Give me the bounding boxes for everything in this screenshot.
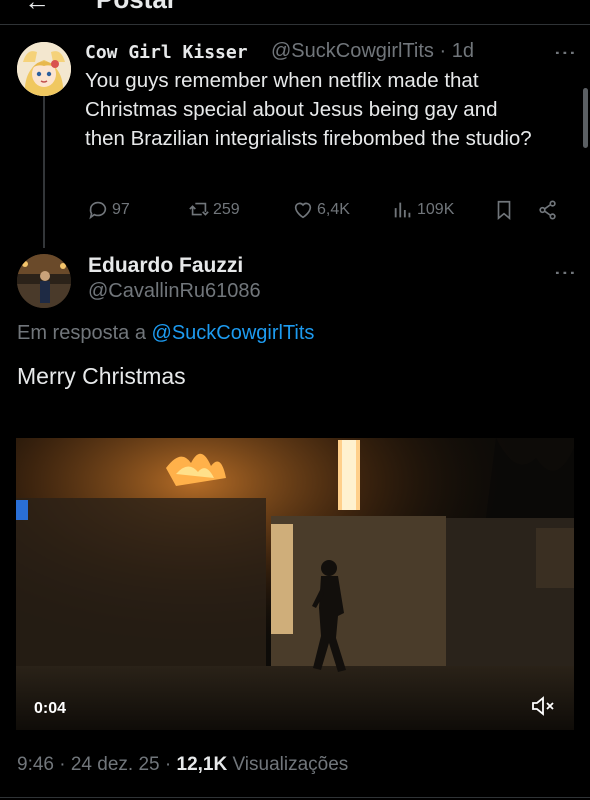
heart-icon <box>294 202 312 219</box>
reply-context: Em resposta a @SuckCowgirlTits <box>17 322 315 344</box>
repost-button[interactable]: 259 <box>188 197 240 223</box>
views-count: 12,1K <box>176 754 228 775</box>
avatar[interactable] <box>17 42 71 96</box>
header-divider <box>0 24 590 25</box>
author-handle[interactable]: @CavallinRu61086 <box>88 280 261 303</box>
bookmark-icon <box>497 200 511 221</box>
views-button[interactable]: 109K <box>392 197 454 223</box>
thread-line <box>43 96 45 248</box>
post-text: Merry Christmas <box>17 363 186 389</box>
page-title: Postar <box>96 0 177 15</box>
more-options-icon[interactable]: ⋮ <box>552 42 578 62</box>
reply-button[interactable]: 97 <box>87 197 130 223</box>
post-text: You guys remember when netflix made that… <box>85 69 532 150</box>
author-name[interactable]: Cow Girl Kisser <box>85 42 248 63</box>
post-metadata: 9:46 · 24 dez. 25 · 12,1K Visualizações <box>17 754 349 775</box>
share-icon <box>539 200 556 220</box>
arrow-left-icon[interactable]: ← <box>24 0 50 17</box>
video-player[interactable]: 0:04 <box>16 438 574 730</box>
speaker-muted-icon[interactable] <box>530 694 556 718</box>
bottom-divider <box>0 797 590 798</box>
video-elapsed-time: 0:04 <box>34 700 67 717</box>
scrollbar[interactable] <box>583 88 588 148</box>
share-button[interactable] <box>537 197 562 223</box>
repost-icon <box>189 202 209 216</box>
video-frame <box>16 438 574 730</box>
author-handle[interactable]: @SuckCowgirlTits · 1d <box>271 40 474 63</box>
avatar[interactable] <box>17 254 71 308</box>
reply-to-link[interactable]: @SuckCowgirlTits <box>152 322 315 344</box>
more-options-icon[interactable]: ⋮ <box>552 262 578 282</box>
author-name[interactable]: Eduardo Fauzzi <box>88 254 243 278</box>
like-button[interactable]: 6,4K <box>292 197 350 223</box>
top-bar: ← Postar <box>0 0 590 22</box>
bookmark-button[interactable] <box>493 197 518 223</box>
bar-chart-icon <box>394 202 411 218</box>
reply-icon <box>89 201 107 220</box>
